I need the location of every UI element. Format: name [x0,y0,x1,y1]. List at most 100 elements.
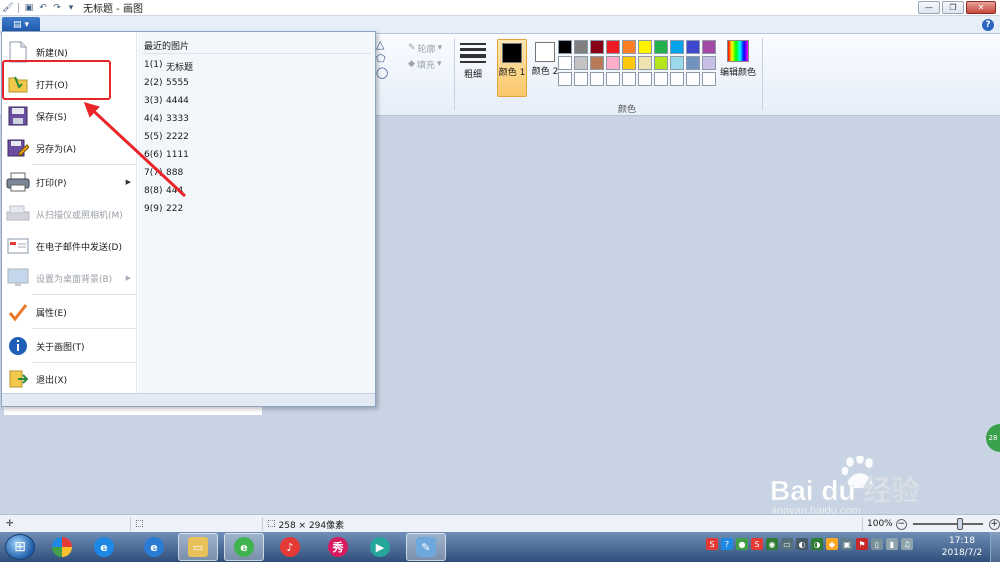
menu-exit[interactable]: 退出(X) [4,364,135,394]
palette-swatch[interactable] [574,72,588,86]
palette-swatch[interactable] [702,72,716,86]
system-clock[interactable]: 17:18 2018/7/2 [938,535,986,559]
paint-app-icon[interactable]: 🖌 [2,2,14,14]
tray-360-icon[interactable]: ◉ [766,538,778,550]
palette-swatch[interactable] [686,72,700,86]
outline-button[interactable]: ✎ 轮廓 ▾ [408,40,456,56]
taskbar-app-1[interactable] [42,533,82,561]
customize-qat-icon[interactable]: ▾ [65,2,77,14]
tray-monitor-icon[interactable]: ▭ [781,538,793,550]
taskbar-video[interactable]: ▶ [360,533,400,561]
zoom-out-button[interactable]: − [895,518,907,530]
taskbar-explorer[interactable]: ▭ [178,533,218,561]
color1-button[interactable]: 颜色 1 [497,39,527,97]
tray-flag-icon[interactable]: ⚑ [856,538,868,550]
show-desktop-button[interactable] [990,532,1000,562]
taskbar-app-2[interactable]: e [84,533,124,561]
shapes-gallery[interactable]: △ ⬠ ◯ [376,38,406,104]
palette-swatch[interactable] [702,40,716,54]
palette-swatch[interactable] [606,40,620,54]
close-button[interactable]: ✕ [966,1,996,14]
tray-security-icon[interactable]: ◑ [811,538,823,550]
callout-shape-icon[interactable]: ◯ [376,66,406,80]
triangle-shape-icon[interactable]: △ [376,38,406,52]
palette-swatch[interactable] [574,56,588,70]
redo-icon[interactable]: ↷ [51,2,63,14]
palette-swatch[interactable] [606,56,620,70]
recent-item[interactable]: 6(6) 1111 [144,150,189,160]
tray-device-icon[interactable]: ▯ [871,538,883,550]
zoom-slider-thumb[interactable] [956,518,963,530]
menu-properties[interactable]: 属性(E) [4,296,135,328]
palette-swatch[interactable] [558,40,572,54]
menu-set-desktop-background-label: 设置为桌面背景(B) [36,274,113,285]
palette-swatch[interactable] [558,72,572,86]
taskbar-xiu[interactable]: 秀 [318,533,358,561]
palette-swatch[interactable] [638,72,652,86]
palette-swatch[interactable] [702,56,716,70]
help-icon[interactable]: ? [982,19,994,31]
taskbar-ie[interactable]: e [134,533,174,561]
palette-swatch[interactable] [622,72,636,86]
palette-swatch[interactable] [590,56,604,70]
palette-swatch[interactable] [686,56,700,70]
recent-item[interactable]: 3(3) 4444 [144,96,189,106]
recent-item[interactable]: 8(8) 444 [144,186,183,196]
palette-swatch[interactable] [622,40,636,54]
palette-swatch[interactable] [590,72,604,86]
undo-icon[interactable]: ↶ [37,2,49,14]
menu-print[interactable]: 打印(P) ▶ [4,166,135,198]
palette-swatch[interactable] [638,56,652,70]
recent-name: 1111 [166,150,189,160]
tray-help-icon[interactable]: ? [721,538,733,550]
palette-swatch[interactable] [686,40,700,54]
save-icon[interactable]: ▣ [23,2,35,14]
recent-item[interactable]: 4(4) 3333 [144,114,189,124]
tray-input-icon[interactable]: S [751,538,763,550]
thickness-button[interactable]: 粗细 [458,40,488,81]
color2-button[interactable]: 颜色 2 [530,39,560,97]
tray-shield-icon[interactable]: ◆ [826,538,838,550]
zoom-slider[interactable] [912,518,983,530]
palette-swatch[interactable] [574,40,588,54]
start-button[interactable]: ⊞ [5,534,35,560]
palette-swatch[interactable] [558,56,572,70]
move-cursor-icon: ✛ [6,519,14,529]
menu-from-scanner[interactable]: 从扫描仪或照相机(M) [4,198,135,230]
tray-app-icon[interactable]: ● [736,538,748,550]
menu-about[interactable]: 关于画图(T) [4,330,135,362]
palette-swatch[interactable] [670,56,684,70]
zoom-in-button[interactable]: + [988,518,1000,530]
minimize-button[interactable]: — [918,1,940,14]
taskbar-360browser[interactable]: e [224,533,264,561]
pentagon-shape-icon[interactable]: ⬠ [376,52,406,66]
taskbar-music[interactable]: ♪ [270,533,310,561]
tray-display-icon[interactable]: ▣ [841,538,853,550]
palette-swatch[interactable] [606,72,620,86]
tray-wechat-icon[interactable]: ◐ [796,538,808,550]
fill-button[interactable]: ◆ 填充 ▾ [408,56,456,72]
recent-item[interactable]: 9(9) 222 [144,204,183,214]
edit-colors-button[interactable]: 编辑颜色 [720,40,756,78]
menu-set-desktop-background[interactable]: 设置为桌面背景(B) ▶ [4,262,135,294]
recent-item[interactable]: 5(5) 2222 [144,132,189,142]
palette-swatch[interactable] [654,40,668,54]
menu-save-as[interactable]: 另存为(A) [4,132,135,164]
tray-sogou-icon[interactable]: S [706,538,718,550]
palette-swatch[interactable] [622,56,636,70]
volume-icon[interactable]: ♫ [901,538,913,550]
menu-save[interactable]: 保存(S) [4,100,135,132]
palette-swatch[interactable] [654,56,668,70]
recent-item[interactable]: 2(2) 5555 [144,78,189,88]
palette-swatch[interactable] [670,72,684,86]
taskbar-paint[interactable]: ✎ [406,533,446,561]
menu-send-email[interactable]: 在电子邮件中发送(D) [4,230,135,262]
recent-item[interactable]: 1(1) 无标题 [144,60,193,73]
palette-swatch[interactable] [638,40,652,54]
palette-swatch[interactable] [590,40,604,54]
network-signal-icon[interactable]: ▮ [886,538,898,550]
palette-swatch[interactable] [670,40,684,54]
palette-swatch[interactable] [654,72,668,86]
recent-item[interactable]: 7(7) 888 [144,168,183,178]
restore-button[interactable]: ❐ [942,1,964,14]
